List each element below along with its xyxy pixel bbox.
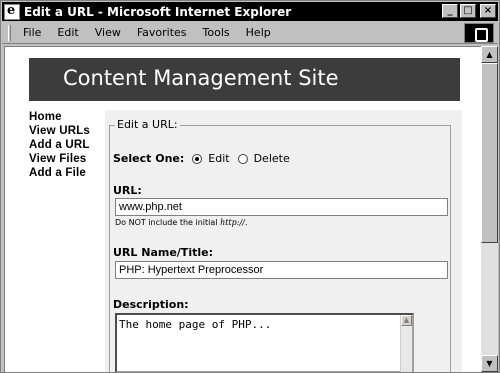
page-viewport: Content Management Site Home View URLs A… (4, 46, 481, 372)
nav-view-urls[interactable]: View URLs (29, 124, 99, 138)
fieldset-legend: Edit a URL: (115, 118, 180, 131)
site-title: Content Management Site (63, 66, 339, 90)
textarea-scrollbar[interactable]: ▲ (400, 315, 412, 372)
site-banner: Content Management Site (29, 58, 460, 101)
close-button[interactable]: × (480, 4, 496, 18)
name-label: URL Name/Title: (113, 246, 213, 259)
menu-file[interactable]: File (15, 26, 49, 39)
select-one-row: Select One: Edit Delete (113, 152, 290, 165)
delete-radio[interactable] (237, 153, 248, 164)
title-bar: Edit a URL - Microsoft Internet Explorer… (2, 2, 498, 21)
url-input[interactable]: www.php.net (115, 198, 448, 216)
nav-home[interactable]: Home (29, 110, 99, 124)
url-hint-em: http:// (220, 218, 245, 227)
url-hint-suffix: . (244, 218, 248, 227)
description-textarea[interactable]: The home page of PHP... (115, 313, 414, 372)
menu-tools[interactable]: Tools (195, 26, 238, 39)
name-input[interactable]: PHP: Hypertext Preprocessor (115, 261, 448, 279)
textarea-scroll-up-icon[interactable]: ▲ (401, 315, 412, 326)
url-hint: Do NOT include the initial http://. (115, 218, 247, 227)
menu-help[interactable]: Help (238, 26, 279, 39)
page-scrollbar[interactable]: ▲ ▼ (481, 46, 498, 372)
menu-bar: File Edit View Favorites Tools Help (2, 22, 498, 44)
windows-logo-icon (464, 23, 494, 43)
scroll-thumb[interactable] (481, 63, 498, 243)
window-controls: _ □ × (442, 4, 496, 18)
window-title: Edit a URL - Microsoft Internet Explorer (24, 4, 292, 19)
menu-favorites[interactable]: Favorites (129, 26, 195, 39)
select-one-label: Select One: (113, 152, 185, 165)
edit-radio-label: Edit (208, 152, 230, 165)
nav-view-files[interactable]: View Files (29, 152, 99, 166)
delete-radio-label: Delete (253, 152, 290, 165)
nav-add-file[interactable]: Add a File (29, 166, 99, 180)
scroll-down-icon[interactable]: ▼ (481, 355, 498, 372)
ie-icon (4, 3, 20, 20)
url-label: URL: (113, 184, 142, 197)
url-hint-prefix: Do NOT include the initial (115, 218, 221, 227)
nav-add-url[interactable]: Add a URL (29, 138, 99, 152)
scroll-up-icon[interactable]: ▲ (481, 46, 498, 63)
menu-grip (8, 24, 11, 41)
menu-edit[interactable]: Edit (49, 26, 86, 39)
menu-view[interactable]: View (87, 26, 129, 39)
minimize-button[interactable]: _ (442, 4, 458, 18)
maximize-button[interactable]: □ (460, 4, 476, 18)
description-label: Description: (113, 298, 189, 311)
edit-radio[interactable] (192, 153, 203, 164)
browser-window: Edit a URL - Microsoft Internet Explorer… (0, 0, 500, 373)
site-nav: Home View URLs Add a URL View Files Add … (29, 110, 99, 180)
